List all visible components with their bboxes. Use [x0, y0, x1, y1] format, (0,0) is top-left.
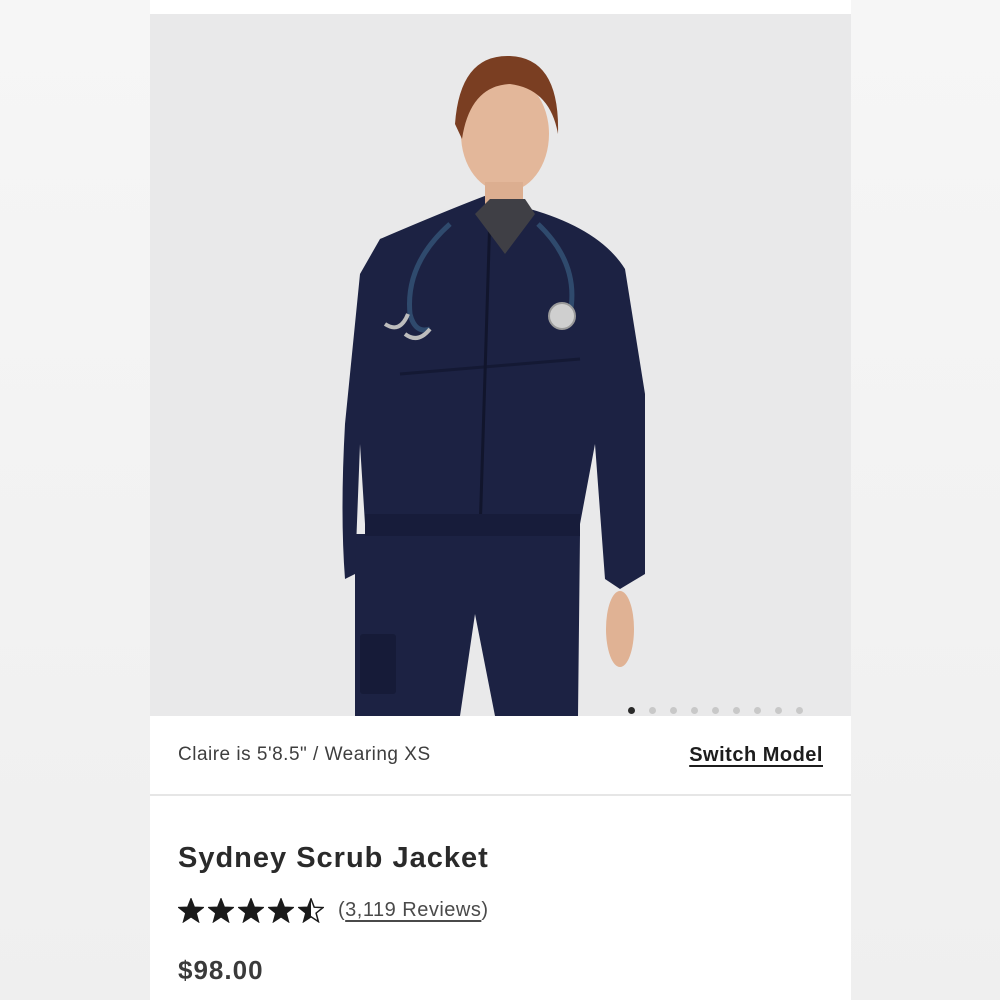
gallery-pagination	[628, 707, 803, 714]
star-half-icon	[298, 898, 324, 923]
reviews-count: (3,119 Reviews)	[338, 899, 489, 921]
star-full-icon	[238, 898, 264, 923]
gallery-dot[interactable]	[670, 707, 677, 714]
star-full-icon	[208, 898, 234, 923]
star-full-icon	[178, 898, 204, 923]
reviews-link[interactable]: 3,119 Reviews	[345, 899, 481, 921]
gallery-dot[interactable]	[712, 707, 719, 714]
gallery-dot[interactable]	[628, 707, 635, 714]
product-title: Sydney Scrub Jacket	[178, 842, 489, 874]
model-info-bar: Claire is 5'8.5" / Wearing XS Switch Mod…	[150, 716, 851, 796]
product-price: $98.00	[178, 955, 264, 985]
page-margin-left	[0, 0, 150, 1000]
product-image-gallery[interactable]	[150, 14, 851, 716]
gallery-dot[interactable]	[796, 707, 803, 714]
model-size-info: Claire is 5'8.5" / Wearing XS	[178, 744, 431, 765]
star-full-icon	[268, 898, 294, 923]
star-rating	[178, 898, 324, 923]
gallery-dot[interactable]	[733, 707, 740, 714]
rating-row: (3,119 Reviews)	[178, 898, 489, 923]
page-margin-right	[850, 0, 1000, 1000]
gallery-dot[interactable]	[691, 707, 698, 714]
gallery-dot[interactable]	[649, 707, 656, 714]
product-card: Claire is 5'8.5" / Wearing XS Switch Mod…	[150, 0, 851, 1000]
top-strip	[150, 0, 851, 14]
gallery-dot[interactable]	[754, 707, 761, 714]
switch-model-link[interactable]: Switch Model	[689, 744, 823, 767]
gallery-dot[interactable]	[775, 707, 782, 714]
product-photo	[342, 55, 645, 716]
